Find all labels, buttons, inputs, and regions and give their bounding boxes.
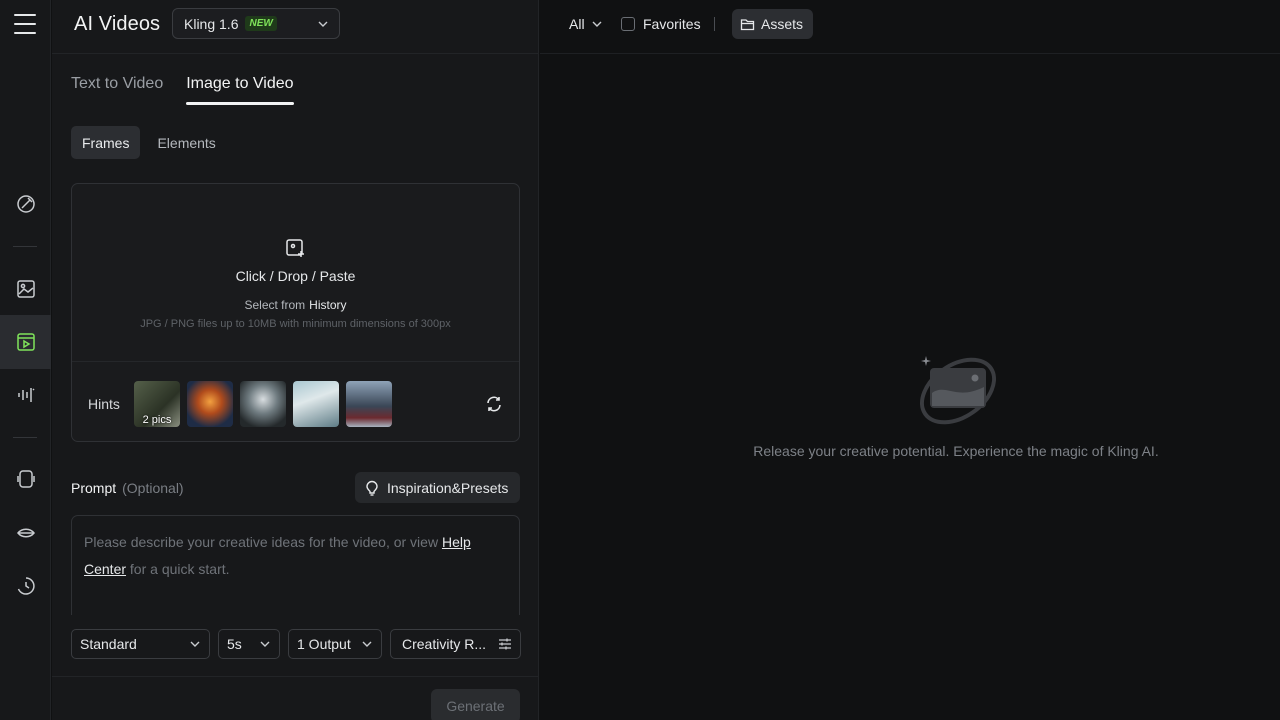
image-add-icon (286, 239, 304, 257)
history-link[interactable]: History (309, 298, 346, 312)
upload-dropzone[interactable]: Click / Drop / Paste Select from History … (72, 184, 519, 362)
mode-value: Standard (80, 636, 137, 652)
chevron-down-icon (362, 641, 372, 647)
mode-select[interactable]: Standard (71, 629, 210, 659)
rail-divider (13, 246, 37, 247)
inspiration-presets-button[interactable]: Inspiration&Presets (355, 472, 520, 503)
chevron-down-icon (592, 21, 602, 27)
prompt-optional: (Optional) (122, 480, 184, 496)
toolbar-divider (714, 17, 715, 31)
bulb-icon (366, 480, 378, 496)
prompt-textarea[interactable]: Please describe your creative ideas for … (71, 515, 520, 615)
results-area: All Favorites Assets Release your creati… (540, 0, 1280, 720)
chevron-down-icon (318, 21, 328, 27)
segment-elements[interactable]: Elements (146, 126, 226, 159)
generation-settings: Standard 5s 1 Output Creativity R... (71, 629, 521, 659)
results-toolbar: All Favorites Assets (540, 0, 1280, 54)
refresh-icon[interactable] (485, 395, 503, 413)
hint-thumbnail[interactable] (293, 381, 339, 427)
left-rail (0, 0, 51, 720)
magic-edit-icon (16, 195, 35, 213)
rail-item-image[interactable] (0, 262, 51, 316)
rail-item-audio[interactable] (0, 368, 51, 422)
new-badge: NEW (245, 16, 277, 31)
prompt-title: Prompt (71, 480, 117, 496)
sliders-icon (499, 638, 511, 650)
lips-icon (16, 528, 35, 538)
prompt-placeholder-1: Please describe your creative ideas for … (84, 534, 442, 550)
history-icon (17, 577, 35, 595)
input-segments: Frames Elements (71, 126, 227, 159)
favorites-label: Favorites (643, 16, 701, 32)
prompt-label: Prompt (Optional) (71, 480, 184, 496)
video-icon (16, 333, 35, 351)
segment-frames[interactable]: Frames (71, 126, 141, 159)
select-from-label: Select from (244, 298, 306, 312)
rail-item-history[interactable] (0, 559, 51, 613)
hint-caption: 2 pics (142, 414, 172, 426)
inspiration-label: Inspiration&Presets (387, 479, 509, 496)
favorites-checkbox[interactable]: Favorites (621, 16, 701, 32)
filter-select[interactable]: All (569, 16, 603, 32)
menu-icon[interactable] (14, 14, 36, 34)
empty-state-message: Release your creative potential. Experie… (753, 443, 1159, 459)
prompt-placeholder-2: for a quick start. (126, 561, 230, 577)
mode-tabs: Text to Video Image to Video (71, 75, 294, 105)
output-count-value: 1 Output (297, 636, 351, 652)
hint-thumbnail[interactable] (187, 381, 233, 427)
creation-panel: AI Videos Kling 1.6 NEW Text to Video Im… (52, 0, 539, 720)
rail-item-avatar[interactable] (0, 452, 51, 506)
folder-icon (740, 18, 755, 30)
duration-value: 5s (227, 636, 242, 652)
generate-button[interactable]: Generate (431, 689, 520, 720)
duration-select[interactable]: 5s (218, 629, 280, 659)
rail-item-magic-edit[interactable] (0, 177, 51, 231)
tab-text-to-video[interactable]: Text to Video (71, 75, 163, 105)
chevron-down-icon (260, 641, 270, 647)
empty-state-illustration (919, 356, 997, 425)
rail-item-lips[interactable] (0, 506, 51, 560)
upload-action-text: Click / Drop / Paste (235, 268, 356, 284)
hint-thumbnail[interactable] (346, 381, 392, 427)
output-count-select[interactable]: 1 Output (288, 629, 382, 659)
filter-value: All (569, 16, 585, 32)
hint-thumbnail[interactable]: 2 pics (134, 381, 180, 427)
image-icon (16, 280, 35, 298)
hints-label: Hints (88, 396, 120, 412)
tab-image-to-video[interactable]: Image to Video (186, 75, 294, 105)
upload-requirements: JPG / PNG files up to 10MB with minimum … (140, 318, 451, 330)
checkbox-box (621, 17, 635, 31)
panel-header: AI Videos Kling 1.6 NEW (52, 0, 539, 54)
rail-divider (13, 437, 37, 438)
creativity-settings[interactable]: Creativity R... (390, 629, 521, 659)
audio-wave-icon (17, 388, 35, 402)
model-select[interactable]: Kling 1.6 NEW (172, 8, 340, 39)
avatar-icon (16, 470, 35, 488)
image-upload-area: Click / Drop / Paste Select from History … (71, 183, 520, 442)
page-title: AI Videos (74, 13, 161, 35)
chevron-down-icon (190, 641, 200, 647)
select-from-row: Select from History (72, 298, 519, 312)
rail-item-video[interactable] (0, 315, 51, 369)
hints-row: Hints 2 pics (88, 381, 399, 427)
assets-label: Assets (761, 16, 804, 32)
hint-thumbnail[interactable] (240, 381, 286, 427)
creativity-value: Creativity R... (402, 636, 487, 652)
model-name: Kling 1.6 (184, 15, 239, 32)
assets-button[interactable]: Assets (732, 9, 813, 39)
